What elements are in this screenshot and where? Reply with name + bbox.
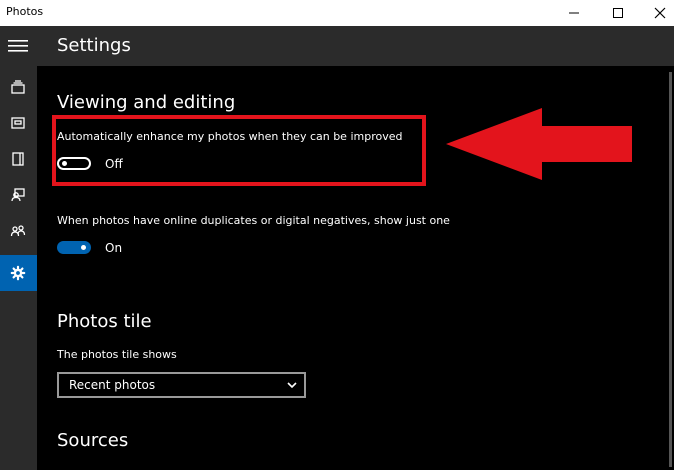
dropdown-selected-value: Recent photos bbox=[69, 378, 156, 392]
chevron-down-icon bbox=[287, 382, 297, 389]
nav-item-shared[interactable] bbox=[0, 213, 37, 249]
collection-icon bbox=[11, 80, 25, 94]
nav-item-albums[interactable] bbox=[0, 105, 37, 141]
duplicates-toggle[interactable] bbox=[57, 241, 91, 254]
minimize-icon bbox=[569, 12, 579, 14]
close-button[interactable] bbox=[638, 0, 674, 26]
vertical-scrollbar[interactable] bbox=[668, 66, 674, 470]
nav-item-collection[interactable] bbox=[0, 69, 37, 105]
page-title: Settings bbox=[57, 35, 131, 56]
duplicates-state: On bbox=[105, 241, 123, 255]
scroll-thumb[interactable] bbox=[669, 72, 672, 467]
gear-icon bbox=[10, 265, 26, 281]
sidebar bbox=[0, 66, 37, 470]
duplicates-label: When photos have online duplicates or di… bbox=[57, 214, 450, 227]
people-icon bbox=[11, 188, 25, 202]
hamburger-menu-button[interactable] bbox=[0, 26, 37, 66]
nav-item-folders[interactable] bbox=[0, 141, 37, 177]
toggle-knob bbox=[81, 245, 86, 250]
minimize-button[interactable] bbox=[552, 0, 596, 26]
photos-tile-label: The photos tile shows bbox=[57, 348, 177, 361]
nav-item-people[interactable] bbox=[0, 177, 37, 213]
app-header: Settings bbox=[0, 26, 674, 66]
section-title-viewing: Viewing and editing bbox=[57, 92, 236, 113]
section-title-photos-tile: Photos tile bbox=[57, 311, 152, 332]
maximize-icon bbox=[613, 8, 623, 18]
close-icon bbox=[654, 7, 666, 19]
annotation-arrow bbox=[446, 108, 632, 180]
section-title-sources: Sources bbox=[57, 430, 129, 451]
title-bar: Photos bbox=[0, 0, 674, 26]
nav-item-settings[interactable] bbox=[0, 255, 37, 291]
shared-icon bbox=[10, 225, 26, 237]
albums-icon bbox=[11, 117, 25, 129]
folders-icon bbox=[12, 152, 24, 166]
hamburger-icon bbox=[8, 40, 28, 52]
photos-tile-dropdown[interactable]: Recent photos bbox=[57, 372, 306, 398]
app-title: Photos bbox=[6, 5, 44, 18]
annotation-highlight-box bbox=[52, 115, 426, 186]
maximize-button[interactable] bbox=[596, 0, 640, 26]
